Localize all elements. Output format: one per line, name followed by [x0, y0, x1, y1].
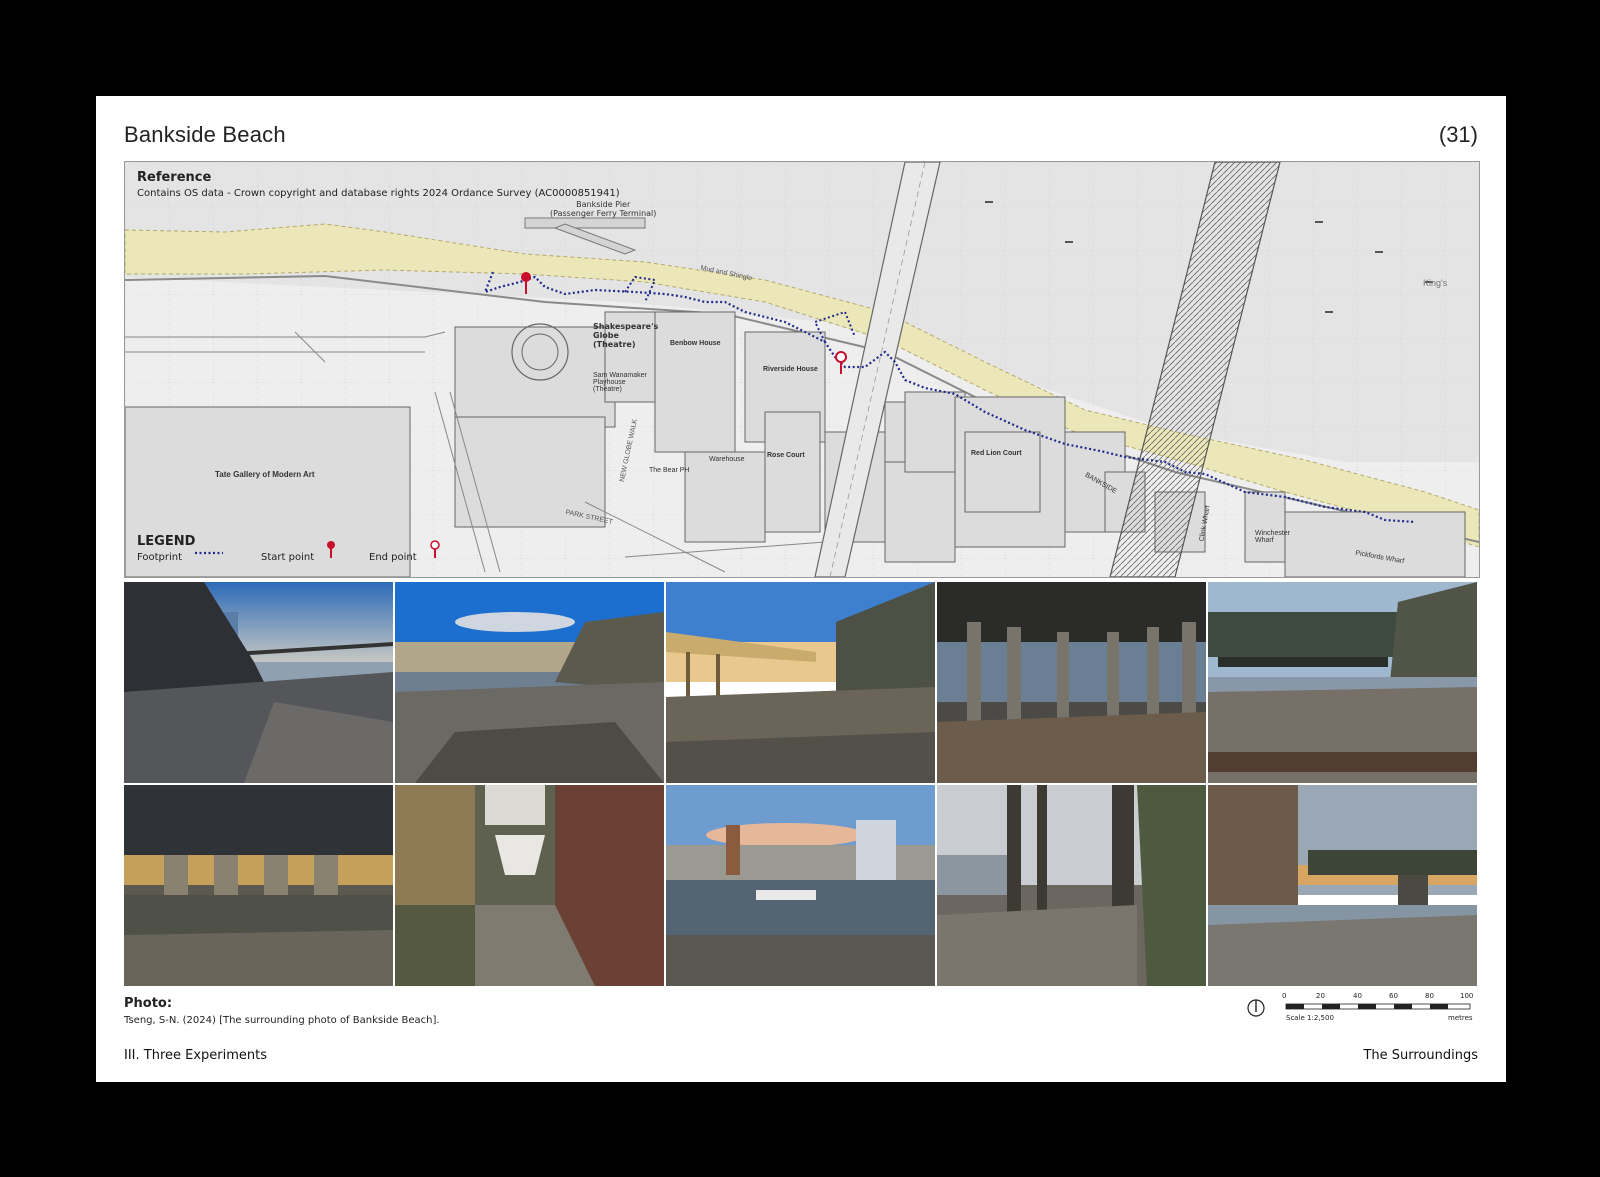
scale-tick: 40 — [1353, 992, 1362, 1000]
label-redlion: Red Lion Court — [971, 450, 1022, 457]
photo-4 — [937, 582, 1206, 783]
scale-tick: 100 — [1460, 992, 1474, 1000]
photo-10 — [1208, 785, 1477, 986]
scale-label: Scale 1:2,500 — [1286, 1014, 1334, 1022]
caption-text: Tseng, S-N. (2024) [The surrounding phot… — [124, 1015, 440, 1026]
legend-end-label: End point — [369, 552, 417, 563]
reference-text: Contains OS data - Crown copyright and d… — [137, 188, 620, 199]
page-title: Bankside Beach — [124, 122, 286, 147]
photo-8 — [666, 785, 935, 986]
map-reference: Reference Contains OS data - Crown copyr… — [137, 170, 620, 199]
photo-9 — [937, 785, 1206, 986]
photo-7 — [395, 785, 664, 986]
label-wanamaker: Sam Wanamaker Playhouse (Theatre) — [593, 372, 647, 393]
footer-subsection: The Surroundings — [1363, 1048, 1478, 1063]
legend-start-label: Start point — [261, 552, 315, 563]
label-bear: The Bear PH — [649, 467, 690, 474]
photo-grid — [124, 582, 1478, 986]
scale-tick: 20 — [1316, 992, 1325, 1000]
label-bembow: Benbow House — [670, 340, 721, 347]
scale-ticks: 0 20 40 60 80 100 — [1282, 992, 1482, 1002]
photo-5 — [1208, 582, 1477, 783]
legend-footprint-label: Footprint — [137, 552, 183, 563]
label-riverside: Riverside House — [763, 366, 818, 373]
label-rose: Rose Court — [767, 452, 805, 459]
caption-title: Photo: — [124, 996, 173, 1011]
scale-unit: metres — [1448, 1014, 1473, 1022]
scale-tick: 80 — [1425, 992, 1434, 1000]
scale-tick: 0 — [1282, 992, 1287, 1000]
label-kings: King's — [1423, 278, 1448, 288]
page-number: (31) — [1438, 122, 1478, 147]
photo-caption: Photo: Tseng, S-N. (2024) [The surroundi… — [124, 996, 440, 1026]
label-globe: Shakespeare's Globe (Theatre) — [593, 322, 659, 349]
page-sheet: Bankside Beach (31) Bankside Pier (Passe… — [96, 96, 1506, 1082]
footer-section: III. Three Experiments — [124, 1048, 268, 1063]
photo-2 — [395, 582, 664, 783]
legend-title: LEGEND — [137, 534, 196, 549]
label-warehouse: Warehouse — [709, 456, 745, 463]
label-tate: Tate Gallery of Modern Art — [215, 470, 315, 479]
route-map: Bankside Pier (Passenger Ferry Terminal)… — [124, 161, 1480, 578]
map-legend: LEGEND Footprint Start point End point — [137, 534, 437, 566]
photo-1 — [124, 582, 393, 783]
photo-6 — [124, 785, 393, 986]
label-pier: Bankside Pier (Passenger Ferry Terminal) — [550, 200, 657, 218]
scale-bar: 0 20 40 60 80 100 Scale 1:2,500 metres — [1246, 992, 1486, 1032]
photo-3 — [666, 582, 935, 783]
legend-row: Footprint Start point End point — [137, 552, 437, 566]
reference-title: Reference — [137, 170, 212, 185]
label-winchester: Winchester Wharf — [1255, 530, 1291, 544]
scale-tick: 60 — [1389, 992, 1398, 1000]
